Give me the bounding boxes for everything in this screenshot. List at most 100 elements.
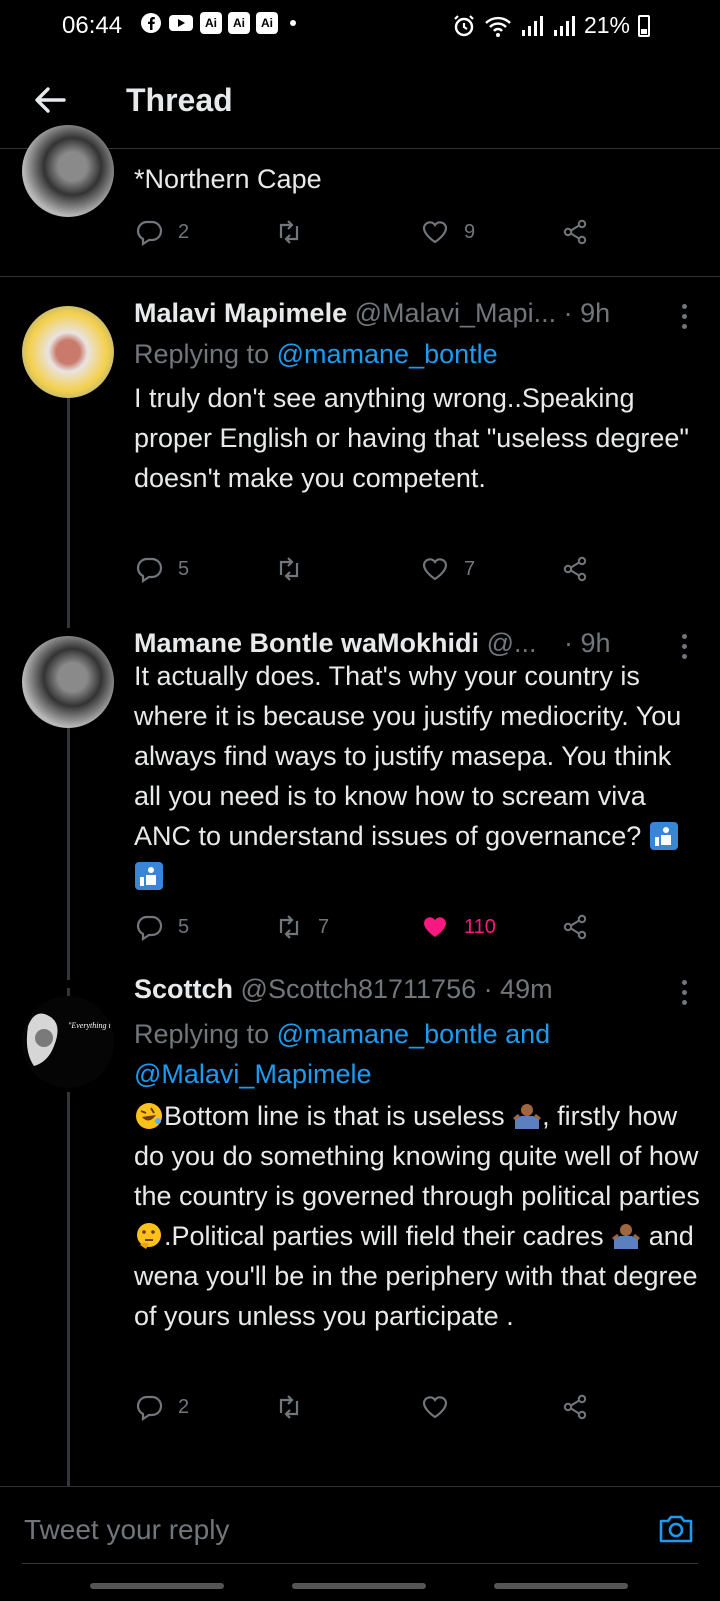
page-title: Thread: [126, 82, 233, 118]
author-handle[interactable]: @Malavi_Mapi...: [355, 298, 556, 328]
more-notifications-dot: [290, 20, 296, 26]
like-button[interactable]: 7: [420, 554, 475, 584]
notification-icons: Ai Ai Ai: [140, 12, 296, 34]
heart-icon: [422, 221, 448, 244]
tweet-text-content: .Political parties will field their cadr…: [164, 1221, 612, 1251]
retweet-button[interactable]: [274, 1392, 318, 1422]
ai-badge-icon: Ai: [256, 12, 278, 34]
like-button[interactable]: 110: [420, 912, 496, 942]
tweet-header: Malavi Mapimele @Malavi_Mapi... · 9h: [134, 298, 610, 329]
more-options-icon[interactable]: [682, 304, 688, 334]
author-handle[interactable]: @Scottch81711756: [241, 974, 477, 1004]
reply-button[interactable]: 5: [134, 554, 189, 584]
replying-prefix: Replying to: [134, 1019, 270, 1049]
share-button[interactable]: [560, 554, 590, 584]
thinking-face-emoji-icon: [137, 1223, 161, 1249]
reply-button[interactable]: 2: [134, 217, 189, 247]
nav-gesture-bar: [494, 1583, 628, 1589]
facebook-icon: [141, 13, 161, 33]
reply-input-underline: [22, 1563, 698, 1564]
reply-button[interactable]: 2: [134, 1392, 189, 1422]
reply-count: 5: [178, 915, 190, 938]
comment-icon: [136, 220, 163, 247]
share-icon: [563, 219, 587, 245]
tweet-time: · 49m: [483, 974, 553, 1004]
signal-icon: [521, 15, 543, 36]
tweet-divider: [0, 276, 720, 277]
more-options-icon[interactable]: [682, 980, 688, 1010]
tweet-text: *Northern Cape: [134, 164, 322, 194]
tweet-time: · 9h: [564, 628, 611, 658]
tweet-text: It actually does. That's why your countr…: [134, 656, 704, 896]
back-arrow-icon[interactable]: [28, 78, 72, 122]
alarm-icon: [454, 14, 474, 36]
signal-icon: [553, 15, 575, 36]
reply-count: 5: [178, 557, 190, 580]
rolling-on-floor-laughing-emoji-icon: [136, 1103, 162, 1129]
tweet[interactable]: *Northern Cape 2 9: [0, 125, 720, 275]
retweet-icon: [279, 557, 299, 581]
tweet-reply-input[interactable]: [22, 1501, 586, 1559]
person-shrugging-emoji-icon: [612, 1224, 641, 1249]
tweet[interactable]: Malavi Mapimele @Malavi_Mapi... · 9h Rep…: [0, 296, 720, 628]
retweet-icon: [279, 1395, 299, 1419]
thread-line: [67, 1092, 70, 1486]
status-bar: 06:44 Ai Ai Ai 21%: [0, 0, 720, 52]
wifi-icon: [485, 16, 511, 37]
ai-badge-icon: Ai: [228, 12, 250, 34]
tweet-text: Bottom line is that is useless , firstly…: [134, 1096, 704, 1336]
tweet-header: Scottch @Scottch81711756 · 49m: [134, 974, 553, 1005]
retweet-count: 7: [318, 915, 330, 938]
tweet[interactable]: Mamane Bontle waMokhidi @... · 9h It act…: [0, 622, 720, 982]
reply-count: 2: [178, 220, 190, 243]
replying-to: Replying to @mamane_bontle: [134, 334, 498, 374]
heart-filled-icon: [424, 917, 446, 937]
heart-icon: [422, 1396, 448, 1419]
retweet-button[interactable]: [274, 554, 318, 584]
like-button[interactable]: [420, 1392, 464, 1422]
thread-line: [67, 396, 70, 628]
nav-gesture-bar: [292, 1583, 426, 1589]
replying-prefix: Replying to: [134, 339, 270, 369]
avatar-quote-text: "Everything i Life is Vibra: [68, 1021, 114, 1030]
share-button[interactable]: [560, 217, 590, 247]
avatar[interactable]: [22, 636, 114, 728]
author-name[interactable]: Mamane Bontle waMokhidi: [134, 628, 479, 658]
share-button[interactable]: [560, 1392, 590, 1422]
replying-to-link[interactable]: @mamane_bontle: [277, 339, 498, 369]
tweet-header: Mamane Bontle waMokhidi @... · 9h: [134, 628, 611, 659]
retweet-button[interactable]: [274, 217, 318, 247]
author-name[interactable]: Scottch: [134, 974, 233, 1004]
camera-icon[interactable]: [656, 1509, 696, 1549]
reply-composer: [0, 1486, 720, 1601]
replying-to: Replying to @mamane_bontle and @Malavi_M…: [134, 1014, 694, 1094]
comment-icon: [136, 915, 163, 942]
tweet-actions: 5 7: [134, 554, 614, 594]
einstein-portrait-icon: "Everything i Life is Vibra: [22, 996, 114, 1088]
thread-line: [67, 724, 70, 980]
like-count: 110: [464, 915, 496, 938]
tweet-text-content: It actually does. That's why your countr…: [134, 661, 682, 851]
retweet-button[interactable]: 7: [274, 912, 329, 942]
tweet[interactable]: "Everything i Life is Vibra Scottch @Sco…: [0, 974, 720, 1486]
avatar[interactable]: [22, 125, 114, 217]
battery-percent: 21%: [583, 12, 630, 38]
replying-to-link[interactable]: @mamane_bontle and: [277, 1019, 551, 1049]
share-icon: [563, 1394, 587, 1420]
avatar[interactable]: "Everything i Life is Vibra: [22, 996, 114, 1088]
tweet-time: · 9h: [563, 298, 611, 328]
author-name[interactable]: Malavi Mapimele: [134, 298, 347, 328]
like-count: 7: [464, 557, 476, 580]
author-handle[interactable]: @...: [487, 628, 537, 658]
comment-icon: [136, 557, 163, 584]
share-button[interactable]: [560, 912, 590, 942]
reply-button[interactable]: 5: [134, 912, 189, 942]
like-button[interactable]: 9: [420, 217, 475, 247]
youtube-icon: [169, 15, 193, 31]
battery-icon: [638, 14, 650, 37]
comment-icon: [136, 1395, 163, 1422]
replying-to-link[interactable]: @Malavi_Mapimele: [134, 1059, 372, 1089]
app-header: Thread: [0, 52, 720, 149]
system-icons: 21%: [452, 12, 650, 39]
avatar[interactable]: [22, 306, 114, 398]
